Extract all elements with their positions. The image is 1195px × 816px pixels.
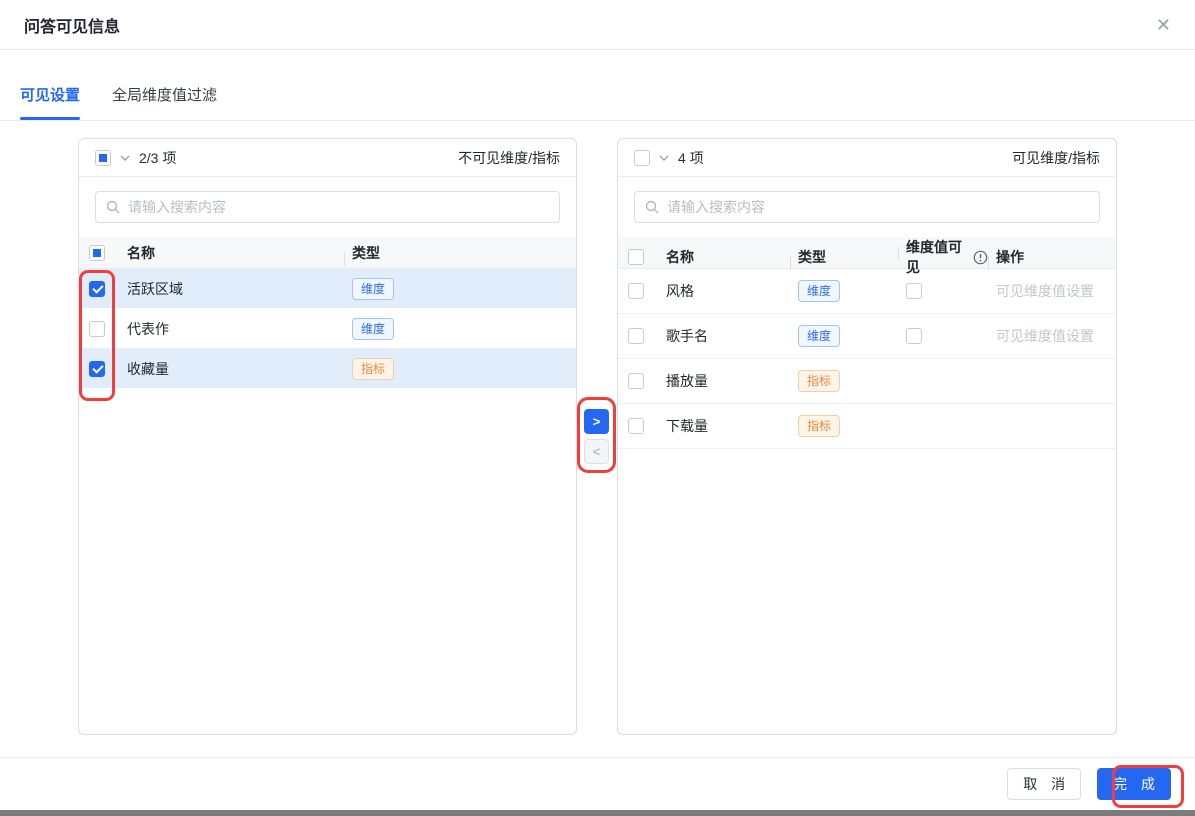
row-name: 收藏量 [119,359,344,379]
dim-value-settings-link[interactable]: 可见维度值设置 [996,281,1094,301]
search-input[interactable] [95,191,560,223]
panel-title: 不可见维度/指标 [458,148,560,168]
row-checkbox[interactable] [89,361,105,377]
search-icon [105,199,121,215]
selected-count: 2/3 项 [139,148,176,168]
row-checkbox[interactable] [89,281,105,297]
row-name: 歌手名 [658,326,790,346]
selected-count: 4 项 [678,148,704,168]
type-tag: 指标 [798,415,840,437]
row-name: 下载量 [658,416,790,436]
type-tag: 指标 [352,358,394,380]
cancel-button[interactable]: 取 消 [1007,768,1081,800]
header-checkbox[interactable] [628,249,644,265]
select-all-checkbox-right[interactable] [634,150,650,166]
chevron-down-icon[interactable] [658,152,670,164]
search-box-right [618,177,1116,237]
row-name: 代表作 [119,319,344,339]
row-name: 活跃区域 [119,279,344,299]
type-tag: 指标 [798,370,840,392]
invisible-panel: 2/3 项 不可见维度/指标 名称 类型 活跃区域 维度 代表作 维度 收藏量 … [78,138,577,735]
column-name: 名称 [119,243,344,263]
table-row[interactable]: 收藏量 指标 [79,349,576,389]
column-type: 类型 [344,243,576,263]
row-checkbox[interactable] [89,321,105,337]
type-tag: 维度 [352,278,394,300]
dim-value-visible-checkbox[interactable] [906,283,922,299]
column-action: 操作 [988,247,1116,267]
type-tag: 维度 [798,280,840,302]
table-row[interactable]: 风格 维度 可见维度值设置 [618,269,1116,314]
row-checkbox[interactable] [628,328,644,344]
table-row[interactable]: 代表作 维度 [79,309,576,349]
row-checkbox[interactable] [628,283,644,299]
table-header-right: 名称 类型 维度值可见 操作 [618,237,1116,269]
table-row[interactable]: 播放量 指标 [618,359,1116,404]
tab-bar: 可见设置 全局维度值过滤 [0,50,1195,121]
row-name: 播放量 [658,371,790,391]
visible-info-dialog: 问答可见信息 ✕ 可见设置 全局维度值过滤 2/3 项 不可见维度/指标 名称 … [0,0,1195,816]
column-name: 名称 [658,247,790,267]
row-checkbox[interactable] [628,373,644,389]
move-left-button[interactable]: < [584,439,609,464]
search-box-left [79,177,576,237]
dim-value-settings-link[interactable]: 可见维度值设置 [996,326,1094,346]
bottom-scrollbar[interactable] [0,810,1195,816]
tab-visible-settings[interactable]: 可见设置 [20,84,80,120]
chevron-down-icon[interactable] [119,152,131,164]
tab-global-dim-filter[interactable]: 全局维度值过滤 [112,84,217,120]
search-input[interactable] [634,191,1100,223]
dialog-footer: 取 消 完 成 [0,757,1195,810]
close-icon[interactable]: ✕ [1156,16,1171,34]
type-tag: 维度 [352,318,394,340]
panel-title: 可见维度/指标 [1012,148,1100,168]
select-all-checkbox-left[interactable] [95,150,111,166]
search-icon [644,199,660,215]
visible-panel: 4 项 可见维度/指标 名称 类型 维度值可见 操作 风格 维度 可见维度值设置 [617,138,1117,735]
table-header-left: 名称 类型 [79,237,576,269]
dialog-title: 问答可见信息 [24,13,120,37]
table-row[interactable]: 歌手名 维度 可见维度值设置 [618,314,1116,359]
move-right-button[interactable]: > [584,409,609,434]
dim-value-visible-checkbox[interactable] [906,328,922,344]
row-name: 风格 [658,281,790,301]
confirm-button[interactable]: 完 成 [1097,768,1171,800]
header-checkbox[interactable] [89,245,105,261]
table-row[interactable]: 下载量 指标 [618,404,1116,449]
column-dim-value-visible: 维度值可见 [898,237,988,277]
column-type: 类型 [790,247,898,267]
info-circle-icon[interactable] [973,250,988,265]
type-tag: 维度 [798,325,840,347]
dialog-header: 问答可见信息 ✕ [0,0,1195,50]
invisible-panel-header: 2/3 项 不可见维度/指标 [79,139,576,177]
row-checkbox[interactable] [628,418,644,434]
column-dim-value-visible-label: 维度值可见 [906,237,967,277]
visible-panel-header: 4 项 可见维度/指标 [618,139,1116,177]
table-row[interactable]: 活跃区域 维度 [79,269,576,309]
